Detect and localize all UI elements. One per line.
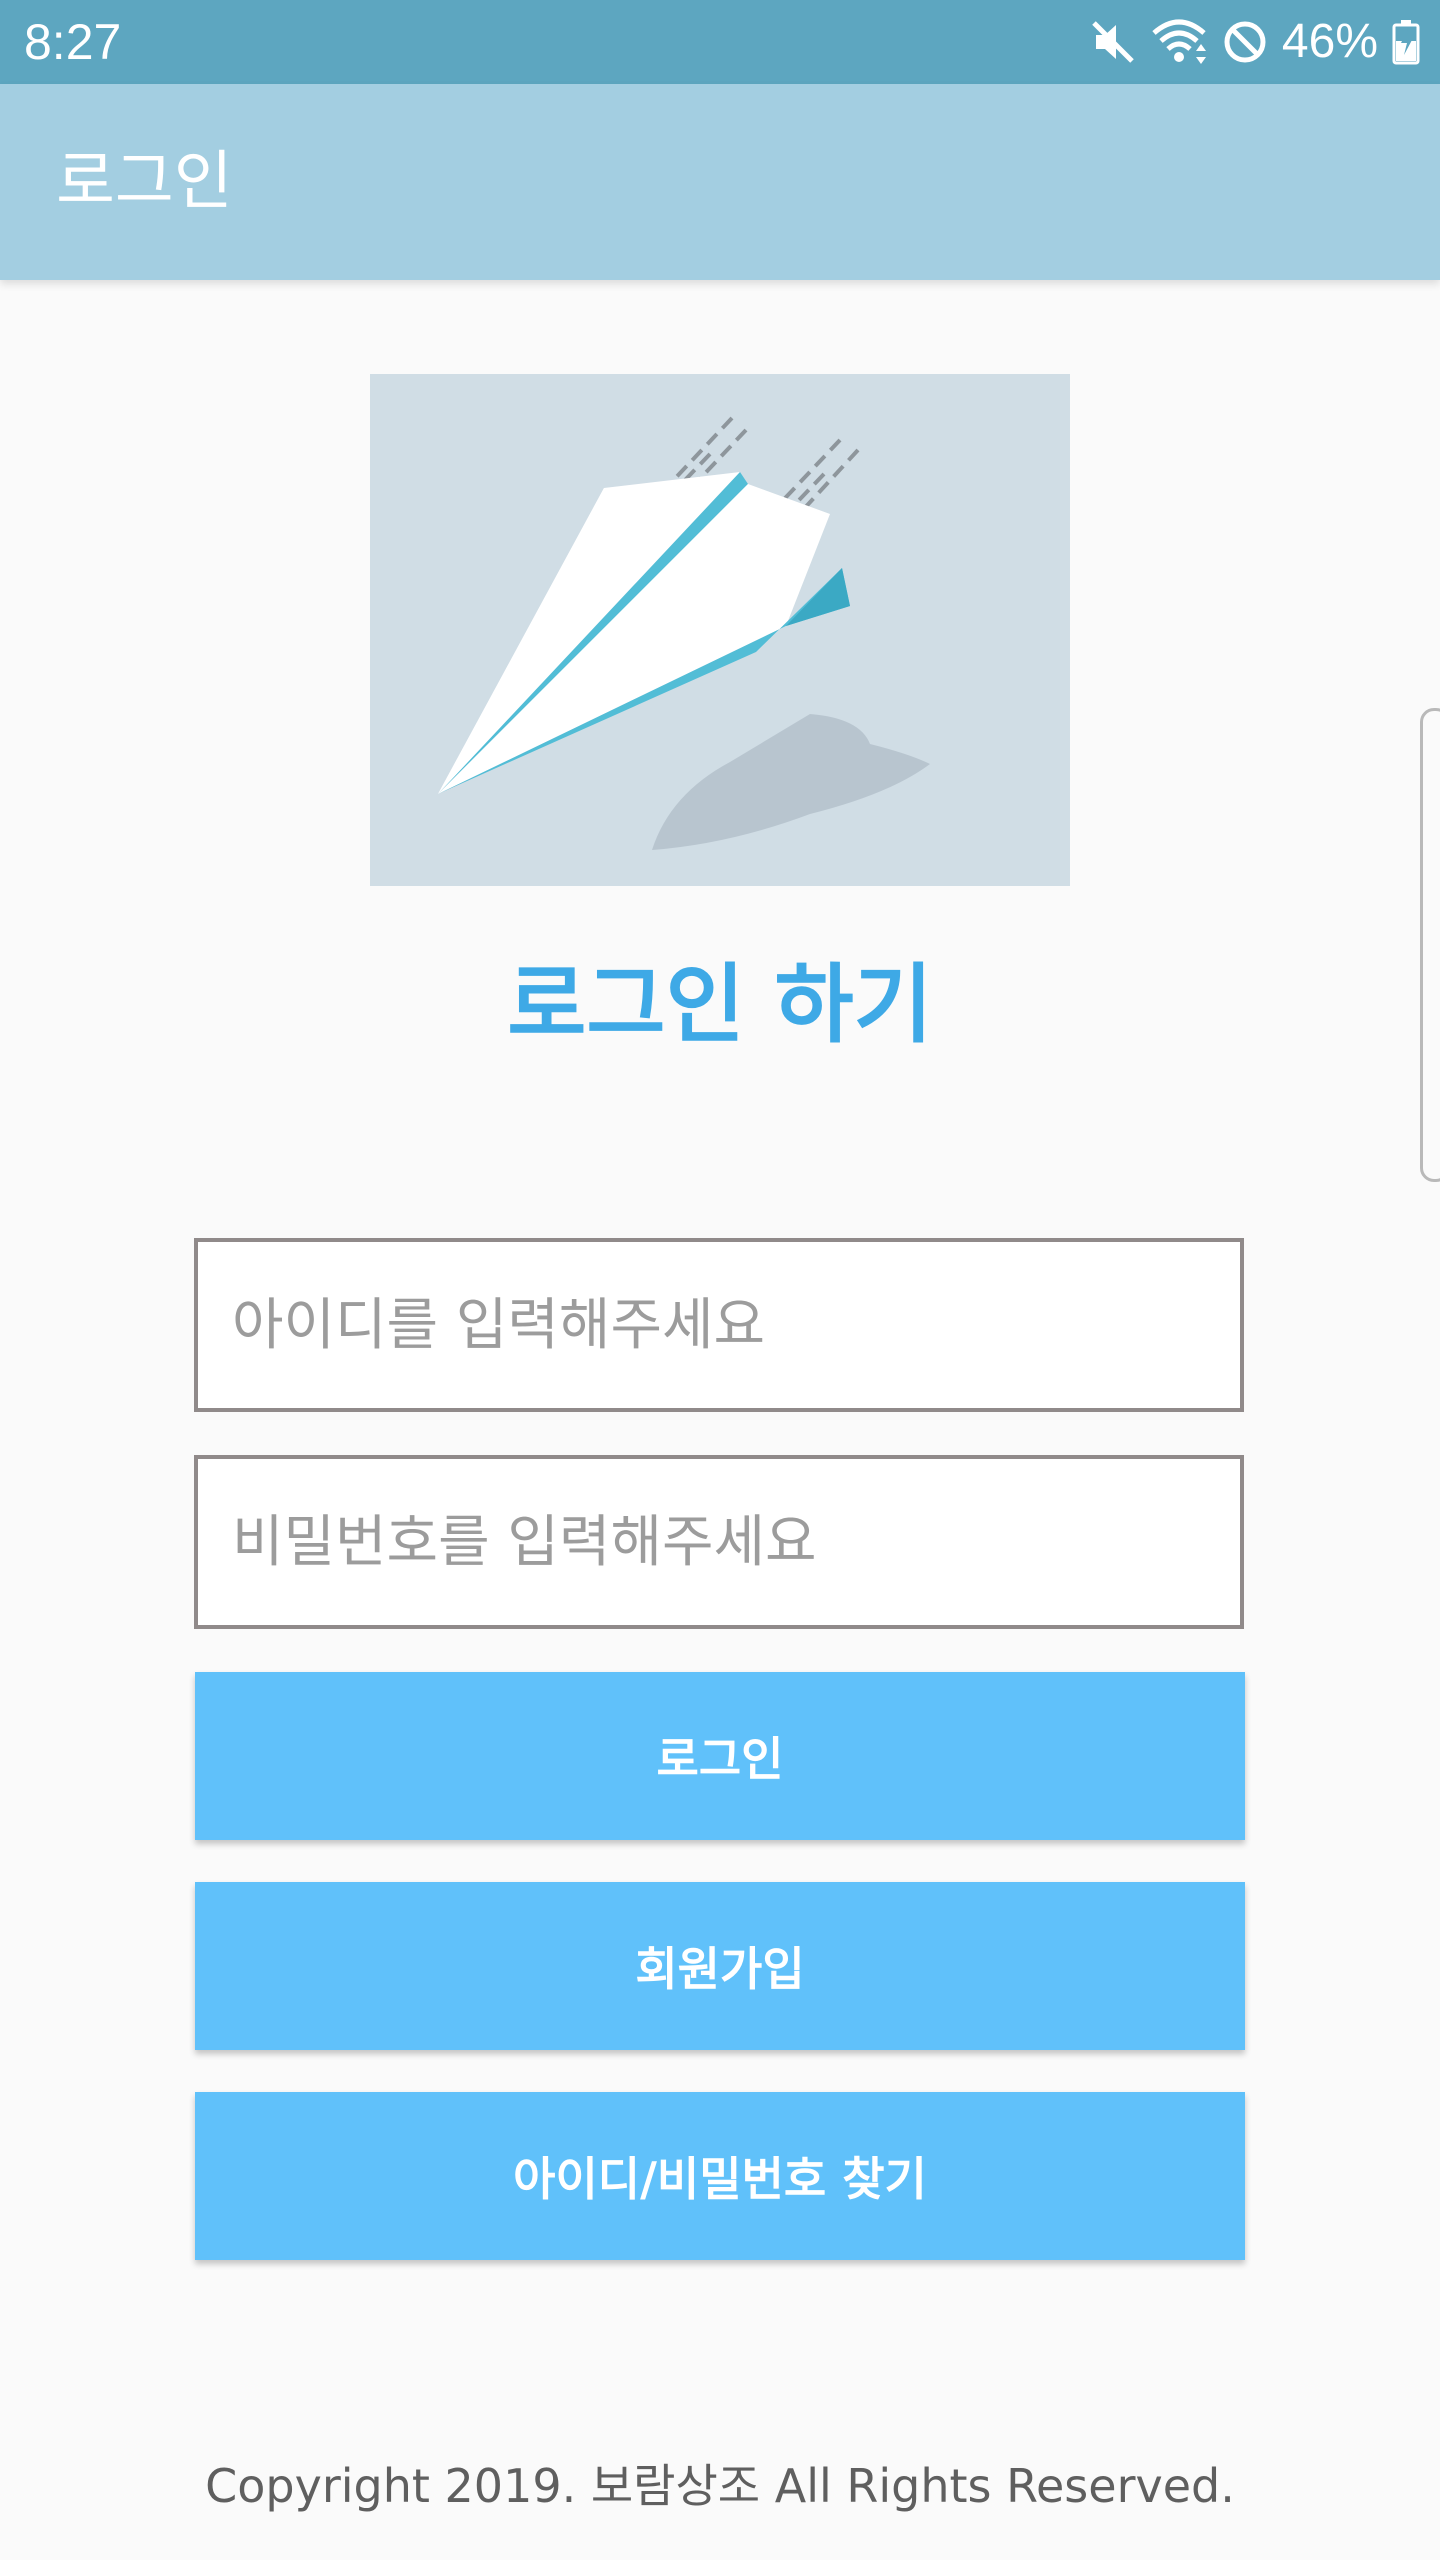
find-id-password-button[interactable]: 아이디/비밀번호 찾기 <box>195 2092 1245 2260</box>
id-field <box>194 1238 1244 1412</box>
battery-percent: 46% <box>1281 15 1378 68</box>
mute-icon <box>1090 19 1136 65</box>
login-heading: 로그인 하기 <box>507 955 933 1055</box>
no-disturb-icon <box>1222 19 1268 65</box>
app-bar: 로그인 <box>0 84 1440 280</box>
id-input[interactable] <box>198 1242 1240 1408</box>
copyright-text: Copyright 2019. 보람상조 All Rights Reserved… <box>205 2459 1235 2513</box>
password-input[interactable] <box>198 1459 1240 1625</box>
battery-charging-icon <box>1392 19 1420 65</box>
edge-panel-handle[interactable] <box>1420 708 1440 1182</box>
paper-plane-illustration <box>370 374 1070 886</box>
login-button[interactable]: 로그인 <box>195 1672 1245 1840</box>
status-icons: 46% <box>1090 12 1420 72</box>
status-bar: 8:27 46% <box>0 0 1440 84</box>
wifi-icon <box>1150 17 1208 67</box>
status-time: 8:27 <box>24 14 122 70</box>
signup-button[interactable]: 회원가입 <box>195 1882 1245 2050</box>
app-bar-title: 로그인 <box>56 145 233 219</box>
password-field <box>194 1455 1244 1629</box>
